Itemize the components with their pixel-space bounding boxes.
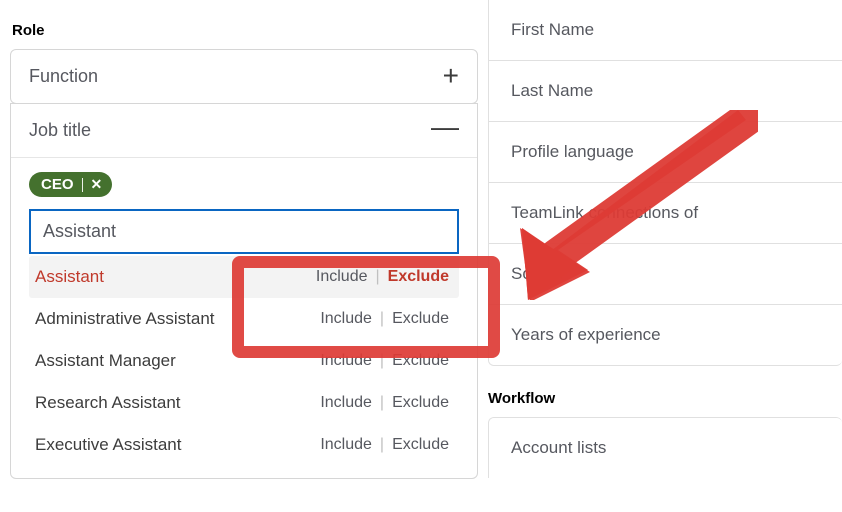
separator: | <box>380 394 384 412</box>
exclude-button[interactable]: Exclude <box>392 310 449 328</box>
minus-icon: — <box>431 119 459 136</box>
exclude-button[interactable]: Exclude <box>392 436 449 454</box>
separator: | <box>375 268 379 286</box>
separator: | <box>380 310 384 328</box>
filter-row[interactable]: School <box>489 243 842 304</box>
workflow-row[interactable]: Account lists <box>489 418 842 478</box>
include-button[interactable]: Include <box>320 436 372 454</box>
separator: | <box>380 436 384 454</box>
filter-row[interactable]: Last Name <box>489 60 842 121</box>
suggestion-text: Administrative Assistant <box>35 309 215 329</box>
suggestion-row[interactable]: Assistant Include | Exclude <box>29 256 459 298</box>
suggestion-row[interactable]: Assistant Manager Include | Exclude <box>29 340 459 382</box>
include-button[interactable]: Include <box>320 394 372 412</box>
suggestion-row[interactable]: Administrative Assistant Include | Exclude <box>29 298 459 340</box>
filter-row[interactable]: Profile language <box>489 121 842 182</box>
pill-text: CEO <box>41 176 74 193</box>
filter-row[interactable]: Years of experience <box>489 304 842 365</box>
pill-ceo[interactable]: CEO ✕ <box>29 172 112 197</box>
role-section-label: Role <box>12 22 478 39</box>
include-button[interactable]: Include <box>320 352 372 370</box>
exclude-button[interactable]: Exclude <box>392 352 449 370</box>
pill-separator <box>82 178 83 192</box>
separator: | <box>380 352 384 370</box>
close-icon[interactable]: ✕ <box>91 176 103 193</box>
job-title-label: Job title <box>29 120 91 141</box>
include-button[interactable]: Include <box>320 310 372 328</box>
suggestion-text: Research Assistant <box>35 393 181 413</box>
include-button[interactable]: Include <box>316 268 368 286</box>
suggestion-text: Executive Assistant <box>35 435 181 455</box>
function-filter-header[interactable]: Function + <box>11 50 477 103</box>
workflow-section-label: Workflow <box>488 390 842 407</box>
filter-row[interactable]: First Name <box>489 0 842 60</box>
suggestions-dropdown: AssistantInclude|ExcludeAdministrative A… <box>29 256 459 466</box>
plus-icon: + <box>443 68 459 85</box>
suggestion-text: Assistant Manager <box>35 351 176 371</box>
job-title-filter-header[interactable]: Job title — <box>11 104 477 157</box>
exclude-button[interactable]: Exclude <box>392 394 449 412</box>
filter-row[interactable]: TeamLink connections of <box>489 182 842 243</box>
suggestion-row[interactable]: Executive Assistant Include | Exclude <box>29 424 459 466</box>
suggestion-text: Assistant <box>35 267 104 287</box>
suggestion-row[interactable]: Research Assistant Include | Exclude <box>29 382 459 424</box>
exclude-button[interactable]: Exclude <box>388 268 449 286</box>
function-label: Function <box>29 66 98 87</box>
job-title-input[interactable] <box>29 209 459 254</box>
